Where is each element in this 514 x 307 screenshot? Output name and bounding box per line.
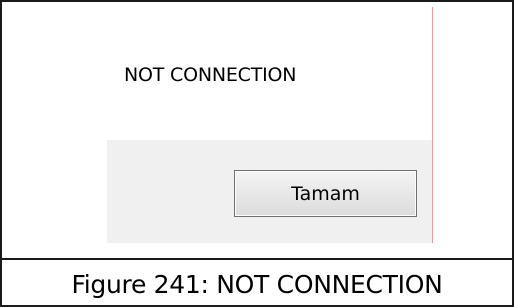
figure-frame: NOT CONNECTION Tamam Figure 241: NOT CON…	[0, 0, 514, 307]
figure-image-cell: NOT CONNECTION Tamam	[2, 2, 512, 260]
ok-button[interactable]: Tamam	[234, 170, 417, 217]
dialog-message: NOT CONNECTION	[124, 64, 297, 86]
figure-caption: Figure 241: NOT CONNECTION	[71, 270, 443, 299]
message-dialog: NOT CONNECTION Tamam	[107, 7, 433, 243]
message-area: NOT CONNECTION	[107, 7, 432, 140]
dialog-button-bar: Tamam	[107, 140, 432, 243]
